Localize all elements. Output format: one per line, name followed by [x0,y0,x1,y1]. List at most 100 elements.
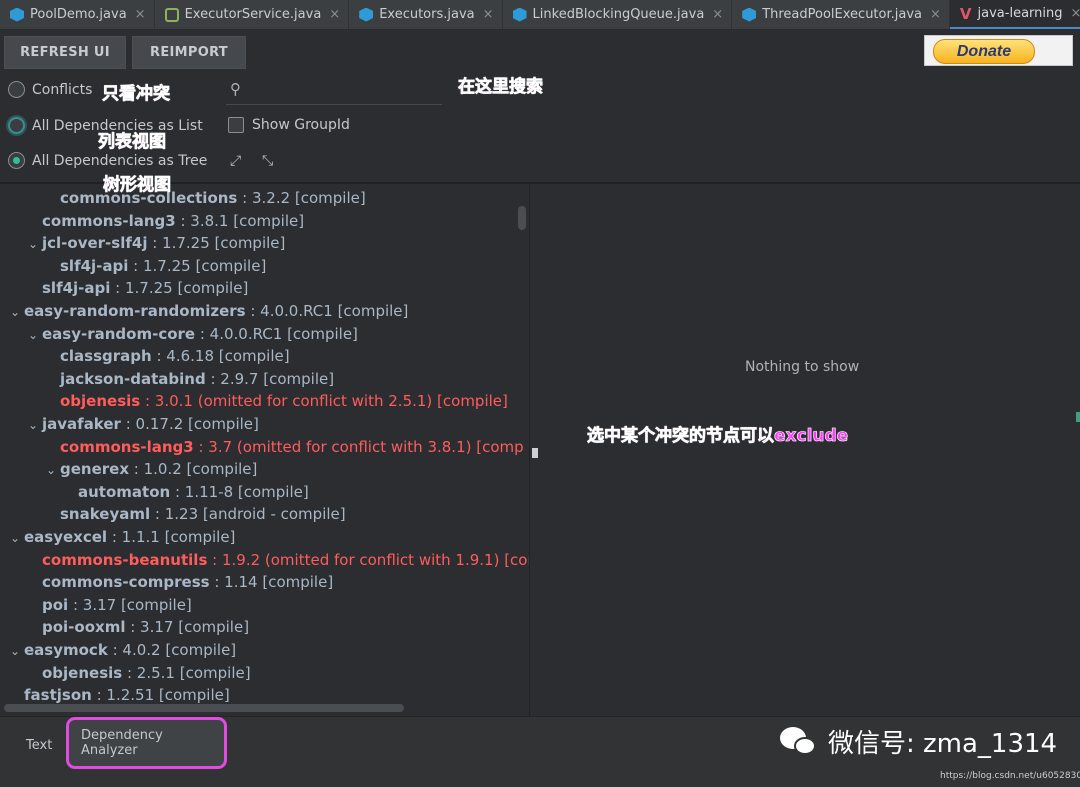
tree-node-version: : 2.9.7 [compile] [205,369,335,388]
tree-node-version: : 1.7.25 [compile] [110,279,249,298]
editor-tab[interactable]: PoolDemo.java × [0,0,155,29]
tab-dependency-analyzer[interactable]: Dependency Analyzer [66,717,227,769]
tree-node[interactable]: jackson-databind : 2.9.7 [compile] [42,368,334,390]
collapse-all-icon[interactable]: ⤡ [262,153,273,169]
tree-node-version: : 3.17 [compile] [68,595,192,614]
donate-banner: Donate [924,35,1073,66]
close-icon[interactable]: × [1071,6,1080,21]
tree-node[interactable]: commons-collections : 3.2.2 [compile] [42,187,366,209]
list-view-radio-circle[interactable] [8,117,25,134]
tree-node[interactable]: ⌄ easy-random-core : 4.0.0.RC1 [compile] [24,323,358,345]
tree-node-artifact: easyexcel [24,528,108,546]
editor-tab[interactable]: Executors.java × [349,0,503,29]
tree-node-artifact: poi [42,595,69,614]
tree-node-artifact: easy-random-core [42,324,196,343]
tree-horizontal-scrollbar[interactable] [4,704,404,712]
editor-tab-label: java-learning [977,6,1063,21]
tree-node-artifact: automaton [78,482,171,501]
tree-node[interactable]: commons-compress : 1.14 [compile] [24,571,333,593]
tree-vertical-scrollbar[interactable] [518,206,526,230]
editor-tab[interactable]: ThreadPoolExecutor.java × [732,0,950,29]
show-groupid-box[interactable] [228,117,244,133]
chevron-down-icon[interactable]: ⌄ [24,414,42,436]
tree-node[interactable]: ⌄ jcl-over-slf4j : 1.7.25 [compile] [24,232,285,254]
close-icon[interactable]: × [712,7,723,22]
tree-node[interactable]: ⌄ generex : 1.0.2 [compile] [42,458,257,480]
tree-node-artifact: fastjson [24,686,92,705]
chevron-down-icon[interactable]: ⌄ [6,527,24,549]
tree-node[interactable]: ⌄ javafaker : 0.17.2 [compile] [24,413,259,435]
tree-view-radio-circle[interactable] [8,152,25,169]
conflicts-radio[interactable]: Conflicts [8,81,92,98]
editor-tab-bar: PoolDemo.java × ExecutorService.java × Execu… [0,0,1080,30]
chevron-down-icon[interactable]: ⌄ [24,233,42,255]
tree-node-version: : 2.5.1 [compile] [122,663,251,682]
expand-all-icon[interactable]: ⤢ [230,153,241,169]
tree-node[interactable]: classgraph : 4.6.18 [compile] [42,345,290,367]
dependency-tree[interactable]: commons-collections : 3.2.2 [compile] com… [0,184,530,716]
close-icon[interactable]: × [135,7,146,22]
show-groupid-checkbox[interactable]: Show GroupId [228,117,350,133]
tree-node[interactable]: commons-lang3 : 3.8.1 [compile] [24,210,304,232]
tree-node[interactable]: slf4j-api : 1.7.25 [compile] [42,255,266,277]
tree-node[interactable]: objenesis : 2.5.1 [compile] [24,662,251,684]
tree-node-version: : 3.17 [compile] [125,618,250,637]
wechat-icon [780,725,820,759]
annotation-detail: 选中某个冲突的节点可以exclude [587,426,849,447]
tree-node-artifact: easy-random-randomizers [24,302,246,320]
tree-node-artifact: slf4j-api [60,256,129,275]
tree-node[interactable]: snakeyaml : 1.23 [android - compile] [42,503,346,525]
tree-node-artifact: jackson-databind [60,369,206,388]
tree-node-artifact: easymock [24,641,108,659]
blog-url-watermark: https://blog.csdn.net/u605283073 [940,771,1080,781]
editor-tab[interactable]: ExecutorService.java × [155,0,350,29]
tree-view-radio-label: All Dependencies as Tree [32,152,208,169]
chevron-down-icon[interactable]: ⌄ [24,324,42,346]
editor-tab[interactable]: Vjava-learning × [949,0,1080,29]
java-class-icon [10,7,24,22]
search-box[interactable]: ⚲ [226,77,442,105]
chevron-down-icon[interactable]: ⌄ [6,640,24,662]
tree-node-artifact: commons-lang3 [42,211,176,230]
tree-node[interactable]: slf4j-api : 1.7.25 [compile] [24,277,248,299]
close-icon[interactable]: × [930,7,941,22]
donate-button[interactable]: Donate [933,39,1035,64]
editor-tab-label: PoolDemo.java [30,7,127,22]
tree-node[interactable]: objenesis : 3.0.1 (omitted for conflict … [42,390,508,412]
close-icon[interactable]: × [329,7,340,22]
tree-node-version: : 4.0.0.RC1 [compile] [195,324,358,343]
tree-node[interactable]: commons-lang3 : 3.7 (omitted for conflic… [42,436,524,458]
conflicts-radio-circle[interactable] [8,81,25,98]
tree-node[interactable]: poi-ooxml : 3.17 [compile] [24,616,249,638]
search-input[interactable] [254,79,438,101]
close-icon[interactable]: × [483,7,494,22]
tree-view-radio[interactable]: All Dependencies as Tree [8,152,207,169]
tab-text[interactable]: Text [14,730,64,760]
tree-node[interactable]: automaton : 1.11-8 [compile] [60,481,309,503]
show-groupid-label: Show GroupId [252,117,350,133]
tree-node[interactable]: fastjson : 1.2.51 [compile] [6,684,230,706]
chevron-down-icon[interactable]: ⌄ [6,301,24,323]
reimport-button[interactable]: REIMPORT [132,36,246,69]
tree-node[interactable]: poi : 3.17 [compile] [24,594,192,616]
tree-node-version: : 1.11-8 [compile] [170,482,309,501]
interface-icon [164,7,179,22]
tree-node-artifact: javafaker [42,415,121,433]
tree-node[interactable]: ⌄ easyexcel : 1.1.1 [compile] [6,526,235,548]
annotation-list: 列表视图 [98,132,167,153]
tree-node[interactable]: commons-beanutils : 1.9.2 (omitted for c… [24,549,529,571]
editor-tab-label: LinkedBlockingQueue.java [532,7,705,22]
tree-node[interactable]: ⌄ easy-random-randomizers : 4.0.0.RC1 [co… [6,300,408,322]
tree-node[interactable]: ⌄ easymock : 4.0.2 [compile] [6,639,236,661]
java-class-icon [359,7,374,22]
editor-tab[interactable]: LinkedBlockingQueue.java × [503,0,733,29]
annotation-tree: 树形视图 [103,175,172,196]
tree-node-artifact: commons-compress [42,573,210,592]
tree-node-artifact: objenesis [60,392,141,411]
tree-node-artifact: classgraph [60,347,152,366]
tree-node-version: : 3.7 (omitted for conflict with 3.8.1) … [193,437,524,456]
chevron-down-icon[interactable]: ⌄ [42,459,60,481]
tree-node-artifact: objenesis [42,663,123,682]
refresh-ui-button[interactable]: REFRESH UI [4,36,126,69]
tree-node-artifact: jcl-over-slf4j [42,234,148,253]
